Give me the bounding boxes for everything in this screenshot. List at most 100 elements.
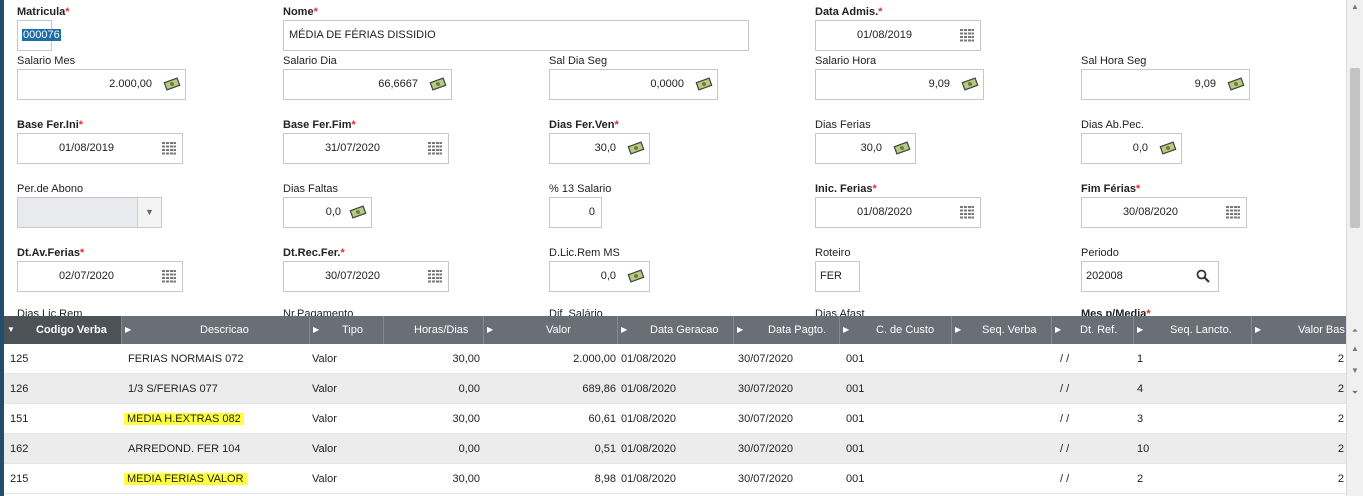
base-fer-ini-input[interactable]: 01/08/2019 xyxy=(17,133,183,164)
ferias-form: Matricula* 000076 Nome* MÉDIA DE FÉRIAS … xyxy=(4,0,1346,316)
matricula-input[interactable]: 000076 xyxy=(17,20,61,51)
col-c-custo[interactable]: ▶ C. de Custo xyxy=(840,316,952,344)
dt-rec-fer-input[interactable]: 30/07/2020 xyxy=(283,261,449,292)
sal-hora-seg-label: Sal Hora Seg xyxy=(1081,55,1147,67)
money-icon[interactable] xyxy=(627,141,645,155)
pct-13-salario-label: % 13 Salario xyxy=(549,183,612,195)
roteiro-input[interactable]: FER xyxy=(815,261,860,292)
dif-salario-label: Dif. Salário xyxy=(549,308,603,316)
search-icon[interactable] xyxy=(1196,269,1210,283)
money-icon[interactable] xyxy=(695,77,713,91)
dias-ferias-label: Dias Ferias xyxy=(815,119,871,131)
table-row[interactable]: 215 MEDIA FERIAS VALOR Valor 30,00 8,98 … xyxy=(4,464,1346,494)
scroll-top-icon[interactable]: ⏶ xyxy=(1350,326,1360,336)
money-icon[interactable] xyxy=(1159,141,1177,155)
data-admis-input[interactable]: 01/08/2019 xyxy=(815,20,981,51)
data-admis-label: Data Admis. xyxy=(815,6,879,18)
table-row[interactable]: 151 MEDIA H.EXTRAS 082 Valor 30,00 60,61… xyxy=(4,404,1346,434)
salario-dia-value: 66,6667 xyxy=(378,78,418,90)
pct-13-salario-value: 0 xyxy=(588,206,595,218)
salario-hora-value: 9,09 xyxy=(928,78,950,90)
base-fer-ini-value: 01/08/2019 xyxy=(58,142,114,154)
money-icon[interactable] xyxy=(893,141,911,155)
dt-av-ferias-label: Dt.Av.Ferias xyxy=(17,247,80,259)
col-data-geracao[interactable]: ▶ Data Geracao xyxy=(618,316,734,344)
money-icon[interactable] xyxy=(961,77,979,91)
dias-faltas-value: 0,0 xyxy=(325,206,341,218)
d-lic-rem-ms-value: 0,0 xyxy=(600,270,616,282)
salario-hora-label: Salario Hora xyxy=(815,55,877,67)
base-fer-fim-input[interactable]: 31/07/2020 xyxy=(283,133,449,164)
col-seq-lancto[interactable]: ▶ Seq. Lancto. xyxy=(1134,316,1252,344)
col-codigo-verba[interactable]: ▼ Codigo Verba xyxy=(4,316,122,344)
col-valor-base[interactable]: ▶ Valor Bas xyxy=(1252,316,1346,344)
table-row[interactable]: 162 ARREDOND. FER 104 Valor 0,00 0,51 01… xyxy=(4,434,1346,464)
nome-input[interactable]: MÉDIA DE FÉRIAS DISSIDIO xyxy=(283,20,749,51)
dias-ab-pec-input[interactable]: 0,0 xyxy=(1081,133,1182,164)
money-icon[interactable] xyxy=(163,77,181,91)
dias-ferias-input[interactable]: 30,0 xyxy=(815,133,916,164)
calendar-icon[interactable] xyxy=(162,270,176,283)
table-row[interactable]: 125 FERIAS NORMAIS 072 Valor 30,00 2.000… xyxy=(4,344,1346,374)
dias-faltas-input[interactable]: 0,0 xyxy=(283,197,372,228)
calendar-icon[interactable] xyxy=(960,29,974,42)
highlighted-descricao: MEDIA H.EXTRAS 082 xyxy=(124,413,244,425)
money-icon[interactable] xyxy=(429,77,447,91)
per-de-abono-label: Per.de Abono xyxy=(17,183,84,195)
pct-13-salario-input[interactable]: 0 xyxy=(549,197,602,228)
money-icon[interactable] xyxy=(1227,77,1245,91)
calendar-icon[interactable] xyxy=(960,206,974,219)
salario-hora-input[interactable]: 9,09 xyxy=(815,69,984,100)
dt-rec-fer-label: Dt.Rec.Fer. xyxy=(283,247,341,259)
col-seq-verba[interactable]: ▶ Seq. Verba xyxy=(952,316,1052,344)
form-scrollbar[interactable]: ▲ xyxy=(1346,0,1363,316)
calendar-icon[interactable] xyxy=(162,142,176,155)
dias-fer-ven-value: 30,0 xyxy=(594,142,616,154)
salario-dia-input[interactable]: 66,6667 xyxy=(283,69,452,100)
col-valor[interactable]: ▶ Valor xyxy=(484,316,618,344)
base-fer-fim-label: Base Fer.Fim xyxy=(283,119,352,131)
dias-afast-label: Dias Afast xyxy=(815,308,865,316)
table-row[interactable]: 126 1/3 S/FERIAS 077 Valor 0,00 689,86 0… xyxy=(4,374,1346,404)
calendar-icon[interactable] xyxy=(428,270,442,283)
periodo-label: Periodo xyxy=(1081,247,1119,259)
nome-value: MÉDIA DE FÉRIAS DISSIDIO xyxy=(289,29,436,41)
scroll-up-icon[interactable]: ▲ xyxy=(1350,344,1360,354)
highlighted-descricao: MEDIA FERIAS VALOR xyxy=(124,473,247,485)
scroll-bottom-icon[interactable]: ⏷ xyxy=(1350,388,1360,398)
dias-fer-ven-input[interactable]: 30,0 xyxy=(549,133,650,164)
col-dt-ref[interactable]: ▶ Dt. Ref. xyxy=(1052,316,1134,344)
inic-ferias-label: Inic. Ferias xyxy=(815,183,873,195)
grid-scrollbar[interactable]: ⏶ ▲ ▼ ⏷ xyxy=(1346,316,1363,496)
form-scrollbar-thumb[interactable] xyxy=(1350,68,1360,228)
data-admis-value: 01/08/2019 xyxy=(856,29,912,41)
col-descricao[interactable]: ▶ Descricao xyxy=(122,316,310,344)
per-de-abono-select[interactable]: ▼ xyxy=(17,197,162,228)
sal-hora-seg-value: 9,09 xyxy=(1194,78,1216,90)
scroll-down-icon[interactable]: ▼ xyxy=(1350,366,1360,376)
fim-ferias-value: 30/08/2020 xyxy=(1122,206,1178,218)
col-horas-dias[interactable]: Horas/Dias xyxy=(384,316,484,344)
dt-av-ferias-input[interactable]: 02/07/2020 xyxy=(17,261,183,292)
dt-av-ferias-value: 02/07/2020 xyxy=(58,270,114,282)
col-data-pagto[interactable]: ▶ Data Pagto. xyxy=(734,316,840,344)
calendar-icon[interactable] xyxy=(428,142,442,155)
chevron-down-icon[interactable]: ▼ xyxy=(137,198,161,227)
sal-hora-seg-input[interactable]: 9,09 xyxy=(1081,69,1250,100)
calendar-icon[interactable] xyxy=(1226,206,1240,219)
money-icon[interactable] xyxy=(349,205,367,219)
salario-mes-label: Salario Mes xyxy=(17,55,76,67)
dias-ferias-value: 30,0 xyxy=(860,142,882,154)
fim-ferias-input[interactable]: 30/08/2020 xyxy=(1081,197,1247,228)
col-tipo[interactable]: ▶ Tipo xyxy=(310,316,384,344)
sal-dia-seg-input[interactable]: 0,0000 xyxy=(549,69,718,100)
inic-ferias-input[interactable]: 01/08/2020 xyxy=(815,197,981,228)
nome-label: Nome xyxy=(283,6,314,18)
d-lic-rem-ms-input[interactable]: 0,0 xyxy=(549,261,650,292)
salario-mes-input[interactable]: 2.000,00 xyxy=(17,69,186,100)
roteiro-label: Roteiro xyxy=(815,247,851,259)
periodo-input[interactable]: 202008 xyxy=(1081,261,1219,292)
money-icon[interactable] xyxy=(627,269,645,283)
nr-pagamento-label: Nr.Pagamento xyxy=(283,308,354,316)
scroll-up-icon[interactable]: ▲ xyxy=(1350,2,1360,12)
